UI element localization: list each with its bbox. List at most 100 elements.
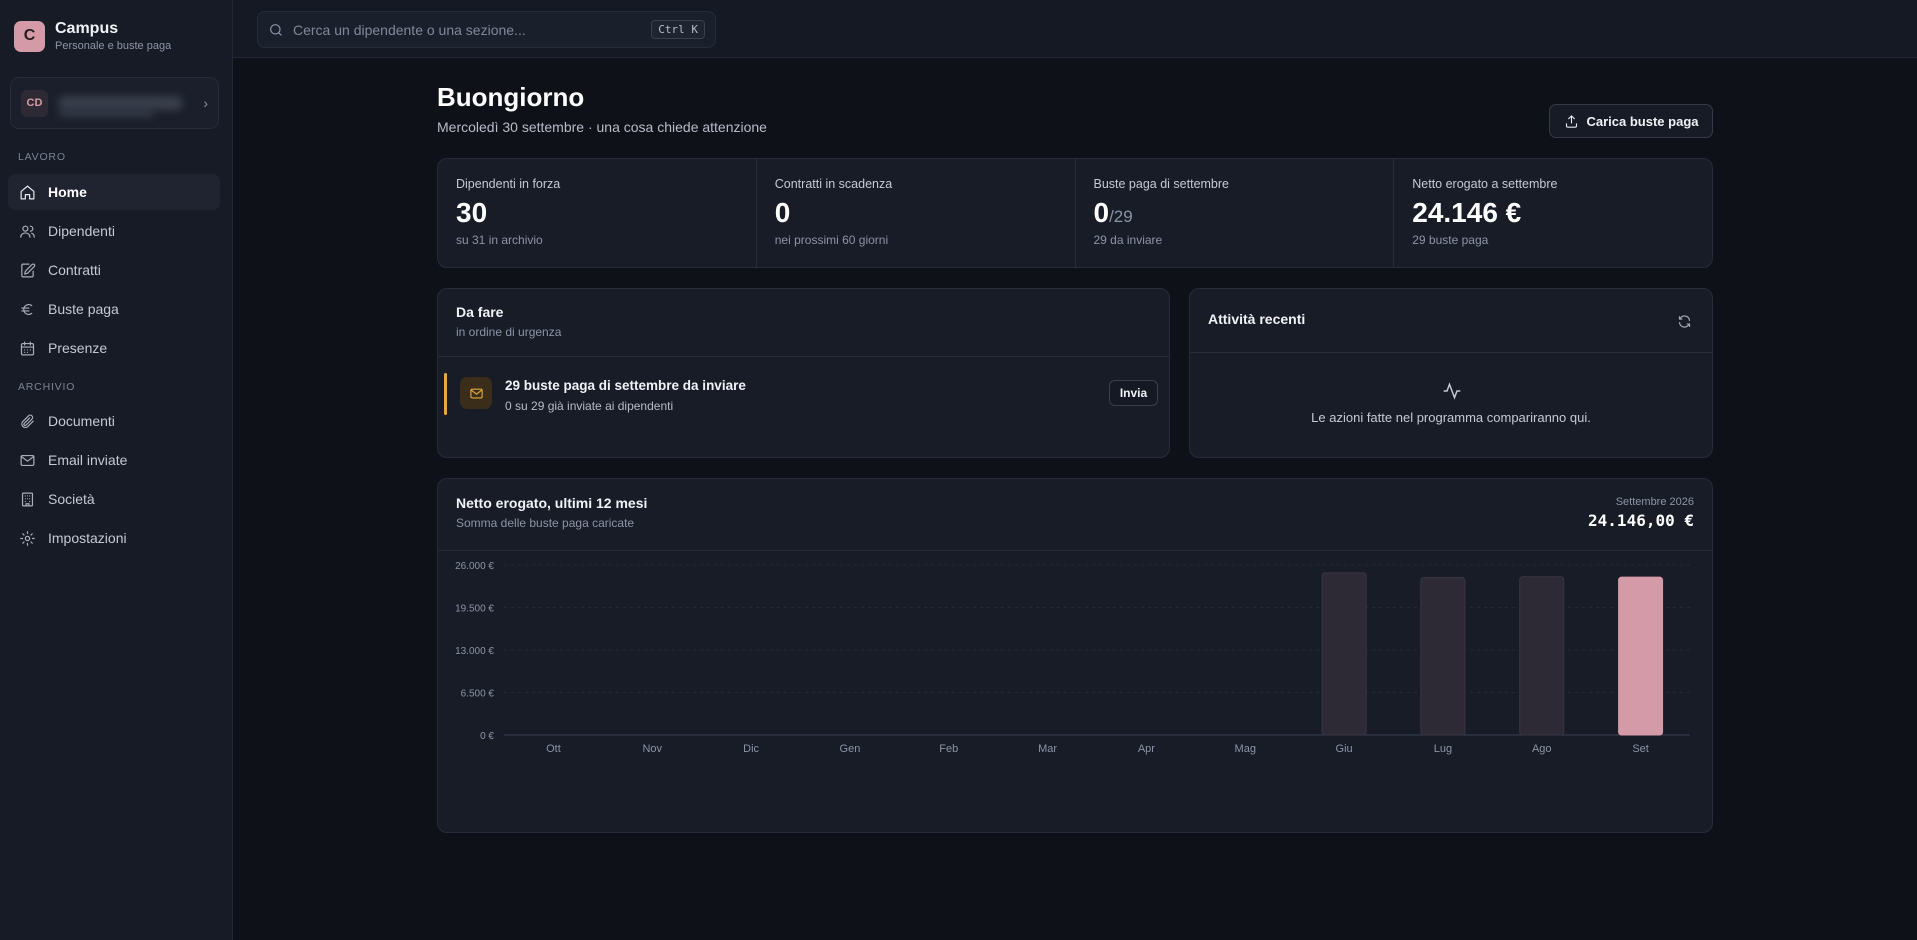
- page-title: Buongiorno: [437, 82, 585, 112]
- contract-icon: [21, 262, 36, 277]
- sidebar-item-label: Presenze: [48, 340, 108, 356]
- todo-subtitle: in ordine di urgenza: [456, 325, 562, 339]
- bar-ago: [1519, 576, 1565, 736]
- user-switcher[interactable]: CD ›: [10, 77, 219, 129]
- search-box[interactable]: Ctrl K: [257, 11, 716, 48]
- page-subtitle: Mercoledì 30 settembre · una cosa chiede…: [437, 119, 767, 135]
- y-tick-label: 19.500 €: [455, 604, 494, 615]
- x-tick-label: Giu: [1336, 743, 1353, 755]
- x-tick-label: Mar: [1038, 743, 1057, 755]
- sidebar-item-label: Documenti: [48, 413, 115, 429]
- stat-sub: 29 buste paga: [1412, 233, 1489, 247]
- x-tick-label: Mag: [1235, 743, 1256, 755]
- chart-title: Netto erogato, ultimi 12 mesi: [456, 495, 648, 511]
- sidebar-item-label: Home: [48, 184, 87, 200]
- sidebar-item-presenze[interactable]: Presenze: [8, 330, 220, 366]
- sidebar-item-impostazioni[interactable]: Impostazioni: [8, 520, 220, 556]
- stat-sub: su 31 in archivio: [456, 233, 543, 247]
- stat-sub: nei prossimi 60 giorni: [774, 233, 889, 247]
- stat-label: Contratti in scadenza: [774, 177, 893, 191]
- activity-card: Attività recenti Le azioni fatte nel pro…: [1189, 288, 1713, 458]
- gear-icon: [20, 530, 35, 546]
- sidebar-item-societa[interactable]: Società: [8, 481, 220, 517]
- user-detail-redacted: [59, 108, 154, 117]
- users-icon: [20, 225, 35, 238]
- y-tick-label: 26.000 €: [455, 561, 494, 572]
- chart-total: 24.146,00 €: [1588, 511, 1694, 530]
- bar-lug: [1420, 576, 1466, 736]
- stat-expiring-contracts[interactable]: Contratti in scadenza 0 nei prossimi 60 …: [757, 159, 1076, 267]
- stat-payslips[interactable]: Buste paga di settembre 0/29 29 da invia…: [1076, 159, 1395, 267]
- app-subtitle: Personale e buste paga: [55, 40, 172, 52]
- x-tick-label: Dic: [743, 743, 759, 755]
- y-tick-label: 13.000 €: [455, 646, 494, 657]
- activity-title: Attività recenti: [1208, 311, 1306, 327]
- stat-denominator: /29: [1109, 207, 1133, 226]
- avatar: CD: [21, 89, 48, 117]
- stat-value: 0: [774, 197, 791, 228]
- sidebar-item-label: Email inviate: [48, 452, 128, 468]
- bar-giu: [1321, 572, 1367, 736]
- todo-item-title: 29 buste paga di settembre da inviare: [505, 378, 746, 393]
- x-tick-label: Set: [1632, 743, 1649, 755]
- search-input[interactable]: [293, 21, 633, 38]
- nav-section-lavoro: LAVORO: [18, 151, 66, 163]
- stat-label: Netto erogato a settembre: [1412, 177, 1558, 191]
- sidebar-item-label: Impostazioni: [48, 530, 127, 546]
- home-icon: [20, 185, 35, 199]
- stat-label: Dipendenti in forza: [456, 177, 561, 191]
- sidebar-item-buste-paga[interactable]: Buste paga: [8, 291, 220, 327]
- todo-card: Da fare in ordine di urgenza 29 buste pa…: [437, 288, 1170, 458]
- search-icon: [270, 23, 282, 36]
- bar-chart: 0 € 6.500 € 13.000 € 19.500 € 26.000 € Ott Nov…: [455, 561, 1690, 755]
- euro-icon: [21, 303, 33, 315]
- stat-value: 24.146 €: [1412, 197, 1522, 228]
- sidebar-item-contratti[interactable]: Contratti: [8, 252, 220, 288]
- stat-employees[interactable]: Dipendenti in forza 30 su 31 in archivio: [438, 159, 757, 267]
- send-button[interactable]: Invia: [1109, 380, 1158, 406]
- activity-empty-text: Le azioni fatte nel programma compariran…: [1311, 410, 1591, 425]
- sidebar: C Campus Personale e buste paga CD › LAV…: [0, 0, 233, 940]
- y-tick-label: 0 €: [480, 731, 494, 742]
- todo-item[interactable]: 29 buste paga di settembre da inviare 0 …: [444, 371, 1159, 417]
- upload-icon: [1565, 114, 1577, 128]
- sidebar-item-dipendenti[interactable]: Dipendenti: [8, 213, 220, 249]
- topbar: Ctrl K: [233, 0, 1917, 58]
- stats-panel: Dipendenti in forza 30 su 31 in archivio…: [437, 158, 1713, 268]
- urgency-bar: [444, 373, 447, 415]
- upload-payslips-button[interactable]: Carica buste paga: [1549, 104, 1713, 138]
- stat-value: 0: [1093, 197, 1110, 228]
- sidebar-item-email-inviate[interactable]: Email inviate: [8, 442, 220, 478]
- upload-label: Carica buste paga: [1586, 113, 1699, 129]
- brand-logo: C: [14, 20, 45, 52]
- sidebar-item-home[interactable]: Home: [8, 174, 220, 210]
- app-name: Campus: [55, 20, 119, 37]
- sidebar-item-label: Contratti: [48, 262, 101, 278]
- stat-label: Buste paga di settembre: [1093, 177, 1230, 191]
- activity-pulse-icon: [1442, 381, 1462, 401]
- brand[interactable]: C Campus Personale e buste paga: [14, 20, 171, 52]
- refresh-button[interactable]: [1672, 309, 1696, 333]
- nav-section-archivio: ARCHIVIO: [18, 381, 76, 393]
- x-tick-label: Nov: [642, 743, 662, 755]
- chart-subtitle: Somma delle buste paga caricate: [456, 516, 635, 530]
- x-tick-label: Apr: [1138, 743, 1155, 755]
- sidebar-item-documenti[interactable]: Documenti: [8, 403, 220, 439]
- search-shortcut: Ctrl K: [651, 20, 705, 39]
- x-tick-label: Feb: [939, 743, 958, 755]
- stat-value-wrap: 0/29: [1094, 197, 1376, 229]
- paperclip-icon: [21, 414, 34, 428]
- net-paid-chart-card: Netto erogato, ultimi 12 mesi Somma dell…: [437, 478, 1713, 833]
- refresh-icon: [1678, 314, 1690, 328]
- todo-item-icon: [460, 377, 492, 409]
- stat-value: 30: [456, 197, 488, 228]
- todo-item-sub: 0 su 29 già inviate ai dipendenti: [505, 399, 674, 413]
- chevron-right-icon: ›: [203, 95, 208, 111]
- sidebar-item-label: Buste paga: [48, 301, 119, 317]
- mail-icon: [469, 388, 483, 398]
- stat-sub: 29 da inviare: [1093, 233, 1163, 247]
- x-tick-label: Lug: [1434, 743, 1452, 755]
- stat-net-paid[interactable]: Netto erogato a settembre 24.146 € 29 bu…: [1394, 159, 1712, 267]
- x-tick-label: Gen: [840, 743, 861, 755]
- chart-period: Settembre 2026: [1615, 496, 1694, 508]
